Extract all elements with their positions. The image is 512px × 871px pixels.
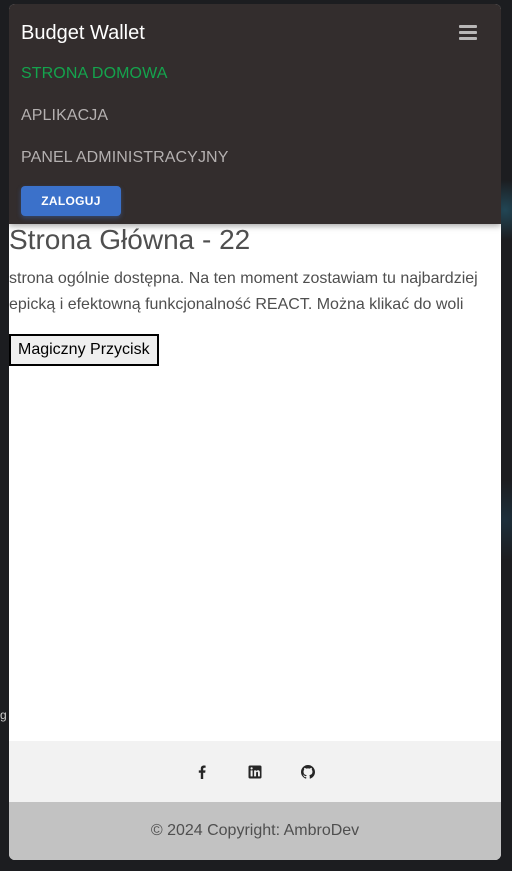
app-window: Budget Wallet STRONA DOMOWA APLIKACJA PA… [9,4,501,860]
github-icon[interactable] [301,765,315,779]
hamburger-menu-icon[interactable] [459,25,477,41]
page-description: strona ogólnie dostępna. Na ten moment z… [9,270,478,313]
login-button[interactable]: ZALOGUJ [21,186,121,216]
magic-button[interactable]: Magiczny Przycisk [9,334,159,366]
linkedin-icon[interactable] [248,765,262,779]
footer-social-bar [9,741,501,802]
nav-link-admin-panel[interactable]: PANEL ADMINISTRACYJNY [21,149,228,167]
nav-link-home[interactable]: STRONA DOMOWA [21,65,168,83]
navbar: Budget Wallet STRONA DOMOWA APLIKACJA PA… [9,4,501,224]
page-title: Strona Główna - 22 [9,224,251,255]
footer-copyright: © 2024 Copyright: AmbroDev [9,802,501,860]
background-stray-text: g [0,708,7,722]
navbar-brand[interactable]: Budget Wallet [21,22,145,45]
nav-link-app[interactable]: APLIKACJA [21,107,108,125]
facebook-icon[interactable] [195,765,209,779]
